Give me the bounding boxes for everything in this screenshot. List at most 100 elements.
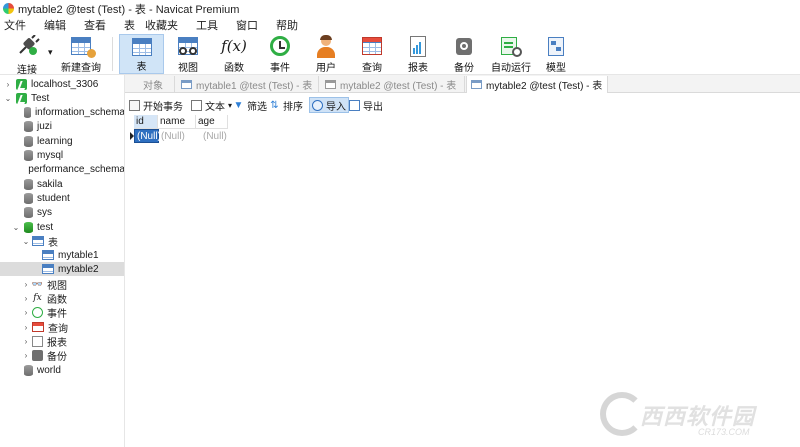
tree-item-label: world (37, 364, 61, 376)
column-header-id[interactable]: id (134, 115, 158, 129)
tree-item-label: 表 (48, 237, 58, 249)
tree-item-test-database[interactable]: ⌄ test (0, 220, 124, 234)
tree-item-performance-schema[interactable]: performance_schema (0, 162, 124, 176)
user-label: 用户 (316, 63, 336, 74)
user-button[interactable]: 用户 (306, 34, 346, 74)
table-cell-name[interactable]: (Null) (159, 129, 197, 143)
table-button[interactable]: 表 (119, 34, 164, 74)
tree-item-sakila[interactable]: sakila (0, 177, 124, 191)
text-button[interactable]: 文本 ▾ (189, 97, 234, 113)
tab-objects[interactable]: 对象 (127, 76, 175, 93)
tree-item-label: mytable2 (58, 263, 99, 275)
tree-item-label: 备份 (47, 351, 67, 363)
query-label: 查询 (362, 63, 382, 74)
tree-item-mysql[interactable]: mysql (0, 148, 124, 162)
connect-button[interactable]: 连接 (8, 34, 46, 76)
tree-item-mytable1[interactable]: mytable1 (0, 248, 124, 262)
collapse-arrow-icon[interactable]: ⌄ (12, 223, 20, 232)
tree-item-information-schema[interactable]: information_schema (0, 105, 124, 119)
sort-button[interactable]: ⇅ 排序 (267, 97, 305, 113)
clock-icon (267, 35, 293, 57)
tree-item-reports-folder[interactable]: › 报表 (0, 334, 124, 349)
collapse-arrow-icon[interactable]: ⌄ (4, 94, 12, 103)
tree-item-label: mytable1 (58, 249, 99, 261)
filter-label: 筛选 (247, 101, 267, 113)
tab-label: mytable1 @test (Test) - 表 (196, 81, 313, 92)
table-cell-id[interactable]: (Null) (134, 129, 161, 143)
menu-help[interactable]: 帮助 (272, 17, 298, 33)
expand-arrow-icon[interactable]: › (22, 308, 30, 317)
view-label: 视图 (178, 63, 198, 74)
menu-window[interactable]: 窗口 (232, 17, 258, 33)
column-header-age[interactable]: age (196, 115, 228, 129)
tree-item-test-connection[interactable]: ⌄ Test (0, 91, 124, 105)
tab-mytable1[interactable]: mytable1 @test (Test) - 表 (177, 76, 319, 93)
tree-item-localhost[interactable]: › localhost_3306 (0, 77, 124, 91)
table-icon (42, 250, 54, 260)
expand-arrow-icon[interactable]: › (22, 280, 30, 289)
report-button[interactable]: 报表 (398, 34, 438, 74)
menu-view[interactable]: 查看 (80, 17, 106, 33)
tree-item-events-folder[interactable]: › 事件 (0, 305, 124, 320)
tree-item-sys[interactable]: sys (0, 205, 124, 219)
tab-label: mytable2 @test (Test) - 表 (486, 81, 603, 92)
database-icon (24, 120, 33, 132)
automation-label: 自动运行 (491, 63, 531, 74)
tree-item-label: 报表 (47, 337, 67, 349)
tree-item-label: 函数 (47, 294, 67, 306)
table-label: 表 (136, 62, 147, 73)
backup-button[interactable]: 备份 (444, 34, 484, 74)
tree-item-tables-folder[interactable]: ⌄ 表 (0, 234, 124, 249)
new-query-button[interactable]: 新建查询 (56, 34, 106, 74)
tree-item-functions-folder[interactable]: › fx 函数 (0, 291, 124, 306)
function-icon: fx (33, 293, 42, 303)
menu-favorites[interactable]: 收藏夹 (141, 17, 178, 33)
view-button[interactable]: 视图 (168, 34, 208, 74)
tree-item-label: student (37, 192, 70, 204)
expand-arrow-icon[interactable]: › (22, 351, 30, 360)
plug-icon (14, 34, 40, 59)
tree-item-student[interactable]: student (0, 191, 124, 205)
menu-table[interactable]: 表 (120, 17, 135, 33)
tab-label: mytable2 @test (Test) - 表 (340, 81, 457, 92)
expand-arrow-icon[interactable]: › (4, 80, 12, 89)
connect-dropdown-icon[interactable]: ▾ (48, 47, 53, 58)
menu-edit[interactable]: 编辑 (40, 17, 66, 33)
begin-transaction-button[interactable]: 开始事务 (127, 97, 185, 113)
table-icon (129, 36, 155, 56)
tab-mytable2-data[interactable]: mytable2 @test (Test) - 表 (466, 76, 608, 93)
query-button[interactable]: 查询 (352, 34, 392, 74)
export-button[interactable]: 导出 (347, 97, 385, 113)
user-icon (313, 35, 339, 58)
event-button[interactable]: 事件 (260, 34, 300, 74)
view-icon (175, 35, 201, 57)
tree-item-world[interactable]: world (0, 363, 124, 377)
table-cell-age[interactable]: (Null) (201, 129, 231, 143)
menu-bar: 文件 编辑 查看 表 收藏夹 工具 窗口 帮助 (0, 17, 800, 33)
model-button[interactable]: 模型 (536, 34, 576, 74)
database-icon (24, 135, 33, 147)
tree-item-views-folder[interactable]: › 👓 视图 (0, 277, 124, 292)
tree-item-mytable2[interactable]: mytable2 (0, 262, 124, 276)
backup-icon (451, 35, 477, 57)
menu-file[interactable]: 文件 (0, 17, 26, 33)
menu-tools[interactable]: 工具 (192, 17, 218, 33)
collapse-arrow-icon[interactable]: ⌄ (22, 237, 30, 246)
expand-arrow-icon[interactable]: › (22, 337, 30, 346)
tree-item-label: sakila (37, 178, 63, 190)
tab-mytable2-design[interactable]: mytable2 @test (Test) - 表 (321, 76, 465, 93)
tree-item-backups-folder[interactable]: › 备份 (0, 348, 124, 363)
backup-label: 备份 (454, 63, 474, 74)
expand-arrow-icon[interactable]: › (22, 323, 30, 332)
filter-button[interactable]: ▼ 筛选 (231, 97, 269, 113)
navicat-app-icon (3, 3, 14, 14)
tree-item-queries-folder[interactable]: › 查询 (0, 320, 124, 335)
import-button[interactable]: 导入 (309, 97, 349, 113)
tree-item-learning[interactable]: learning (0, 134, 124, 148)
function-button[interactable]: f(x) 函数 (214, 34, 254, 74)
expand-arrow-icon[interactable]: › (22, 294, 30, 303)
tree-item-juzi[interactable]: juzi (0, 119, 124, 133)
table-icon (42, 264, 54, 274)
column-header-name[interactable]: name (158, 115, 196, 129)
automation-button[interactable]: 自动运行 (486, 34, 536, 74)
